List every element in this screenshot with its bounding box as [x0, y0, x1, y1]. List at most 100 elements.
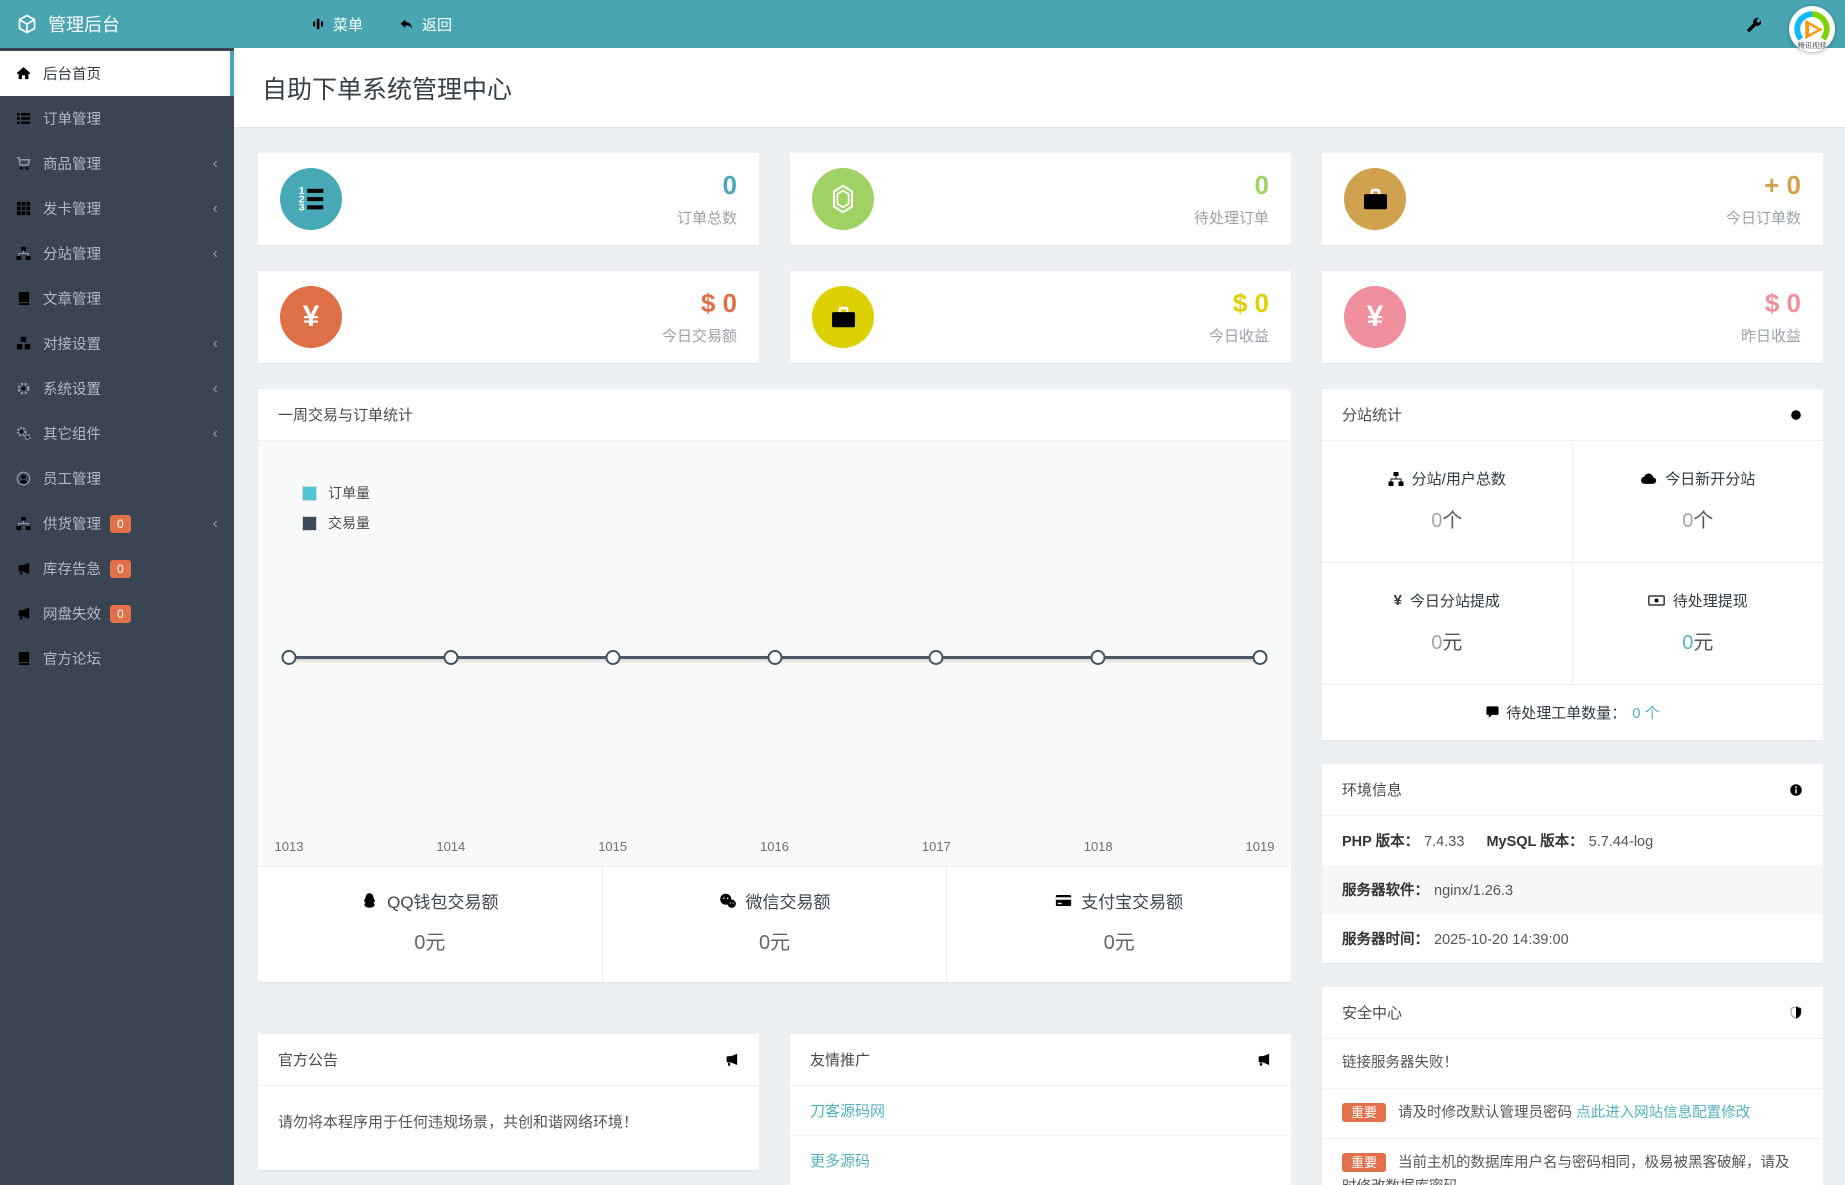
notice-header: 官方公告: [258, 1034, 759, 1087]
sitemap-icon: [16, 246, 43, 261]
briefcase-icon: [812, 286, 874, 348]
topbar-nav: 菜单 返回: [311, 14, 452, 35]
sidebar-item-substations[interactable]: 分站管理 ‹: [0, 231, 234, 276]
important-badge: 重要: [1342, 1103, 1387, 1123]
security-row-admin-password: 重要 请及时修改默认管理员密码 点此进入网站信息配置修改: [1322, 1089, 1823, 1140]
stat-label: 昨日收益: [1740, 328, 1801, 345]
comment-icon: [1485, 705, 1500, 720]
yen-icon: ¥: [1344, 286, 1406, 348]
sidebar-item-staff[interactable]: 员工管理: [0, 456, 234, 501]
legend-item-orders[interactable]: 订单量: [302, 483, 370, 503]
chart-x-label: 1019: [1245, 839, 1275, 854]
chart-x-label: 1014: [436, 839, 466, 854]
chart-marker: [1252, 650, 1268, 665]
environment-card: 环境信息 PHP 版本： 7.4.33 MySQL 版本： 5.7.44-log 服…: [1322, 764, 1823, 963]
stat-label: 今日收益: [1208, 328, 1269, 345]
chevron-left-icon: ‹: [212, 514, 218, 532]
sidebar-item-products[interactable]: 商品管理 ‹: [0, 141, 234, 186]
stat-label: 今日交易额: [661, 328, 737, 345]
chart-marker: [443, 650, 459, 665]
sidebar-item-orders[interactable]: 订单管理: [0, 96, 234, 141]
sitemap-icon: [1388, 471, 1404, 487]
shield-icon: [1789, 1005, 1803, 1020]
sidebar-item-suppliers[interactable]: 供货管理 0 ‹: [0, 501, 234, 546]
cubes-icon: [16, 336, 43, 351]
topbar: 管理后台 菜单 返回 腾讯视频: [0, 0, 1845, 52]
stat-card-pending-orders: 0 待处理订单: [790, 153, 1291, 245]
stat-value: + 0: [1764, 170, 1801, 200]
credit-card-icon: [1055, 892, 1072, 909]
sidebar-item-articles[interactable]: 文章管理: [0, 276, 234, 321]
chevron-left-icon: ‹: [212, 244, 218, 262]
stat-card-total-orders: 0 订单总数: [258, 153, 759, 245]
wallet-stats-row: QQ钱包交易额 0元 微信交易额 0元 支付宝交易额 0元: [258, 866, 1291, 982]
chart-x-label: 1018: [1083, 839, 1113, 854]
dot-icon: [1789, 408, 1803, 422]
chart-x-label: 1016: [760, 839, 789, 854]
chart-marker: [928, 650, 944, 665]
pending-tickets-count: 0 个: [1632, 705, 1660, 722]
legend-item-volume[interactable]: 交易量: [302, 513, 370, 533]
main-area: 自助下单系统管理中心 0 订单总数 0 待处理订单 + 0 今日订单数 ¥ $ …: [234, 48, 1845, 1185]
chart-marker: [605, 650, 621, 665]
promo-link-row: 更多源码: [790, 1136, 1291, 1185]
chevron-left-icon: ‹: [212, 424, 218, 442]
count-badge: 0: [110, 514, 131, 533]
substation-header: 分站统计: [1322, 389, 1823, 441]
sidebar-item-cards[interactable]: 发卡管理 ‹: [0, 186, 234, 231]
stat-value: $ 0: [1232, 288, 1269, 318]
bullhorn-icon: [16, 561, 43, 576]
chart-x-label: 1013: [274, 839, 304, 854]
wechat-icon: [719, 892, 737, 910]
sidebar-item-components[interactable]: 其它组件 ‹: [0, 411, 234, 456]
chart-x-label: 1015: [598, 839, 628, 854]
security-center-card: 安全中心 链接服务器失败！ 重要 请及时修改默认管理员密码 点此进入网站信息配置…: [1322, 987, 1823, 1185]
important-badge: 重要: [1342, 1153, 1387, 1173]
wallet-alipay: 支付宝交易额 0元: [947, 867, 1291, 982]
substation-cell-withdrawals: 待处理提现 0元: [1572, 563, 1823, 685]
chart-plot: 订单量 交易量 1013 1014 1015 1016 1017 1018 1019: [258, 441, 1291, 866]
chevron-left-icon: ‹: [212, 379, 218, 397]
wallet-value: 0元: [758, 932, 791, 954]
cart-icon: [16, 156, 43, 171]
promo-link-daoke[interactable]: 刀客源码网: [810, 1103, 885, 1120]
chart-marker: [767, 650, 782, 665]
page-title: 自助下单系统管理中心: [262, 76, 513, 104]
gem-icon: [812, 168, 874, 230]
sidebar-item-stock-alert[interactable]: 库存告急 0: [0, 546, 234, 591]
right-column: 分站统计 分站/用户总数 0个 今日新开分站 0个 ¥ 今日分站提成 0元 待处…: [1322, 389, 1823, 1185]
substation-grid: 分站/用户总数 0个 今日新开分站 0个 ¥ 今日分站提成 0元 待处理提现 0…: [1322, 441, 1823, 685]
stat-card-today-volume: ¥ $ 0 今日交易额: [258, 271, 759, 363]
stat-value: $ 0: [700, 288, 737, 318]
sidebar-item-integration[interactable]: 对接设置 ‹: [0, 321, 234, 366]
sidebar-item-system-settings[interactable]: 系统设置 ‹: [0, 366, 234, 411]
sidebar-item-home[interactable]: 后台首页: [0, 51, 234, 96]
wrench-settings-button[interactable]: [1744, 16, 1761, 33]
back-button[interactable]: 返回: [399, 14, 452, 35]
book-icon: [16, 291, 43, 306]
tencent-video-widget[interactable]: 腾讯视频: [1789, 6, 1835, 52]
chart-title: 一周交易与订单统计: [278, 407, 414, 424]
friendly-links-card: 友情推广 刀客源码网 更多源码: [790, 1034, 1291, 1185]
chart-legend: 订单量 交易量: [302, 483, 370, 533]
cloud-icon: [1640, 470, 1657, 487]
notice-content: 请勿将本程序用于任何违规场景，共创和谐网络环境！: [278, 1114, 639, 1132]
user-circle-icon: [16, 471, 43, 486]
app-brand[interactable]: 管理后台: [0, 11, 251, 37]
sidebar-item-netdisk-invalid[interactable]: 网盘失效 0: [0, 591, 234, 636]
weekly-chart-card: 一周交易与订单统计 订单量 交易量 1013 1014 1015 1016 10…: [258, 389, 1291, 982]
promo-link-row: 刀客源码网: [790, 1086, 1291, 1137]
home-icon: [16, 66, 43, 81]
stat-label: 今日订单数: [1725, 210, 1801, 227]
sidebar: 后台首页 订单管理 商品管理 ‹ 发卡管理 ‹ 分站管理 ‹ 文章管理 对接设置: [0, 48, 234, 1185]
briefcase-icon: [1344, 168, 1406, 230]
environment-header: 环境信息: [1322, 764, 1823, 816]
config-link[interactable]: 点此进入网站信息配置修改: [1576, 1105, 1750, 1121]
sidebar-item-forum[interactable]: 官方论坛: [0, 636, 234, 681]
cube-logo-icon: [17, 14, 37, 34]
promo-link-more[interactable]: 更多源码: [810, 1153, 870, 1170]
chevron-left-icon: ‹: [212, 199, 218, 217]
chart-marker: [1090, 650, 1106, 665]
menu-toggle-button[interactable]: 菜单: [311, 14, 363, 35]
info-icon: [1789, 783, 1803, 797]
